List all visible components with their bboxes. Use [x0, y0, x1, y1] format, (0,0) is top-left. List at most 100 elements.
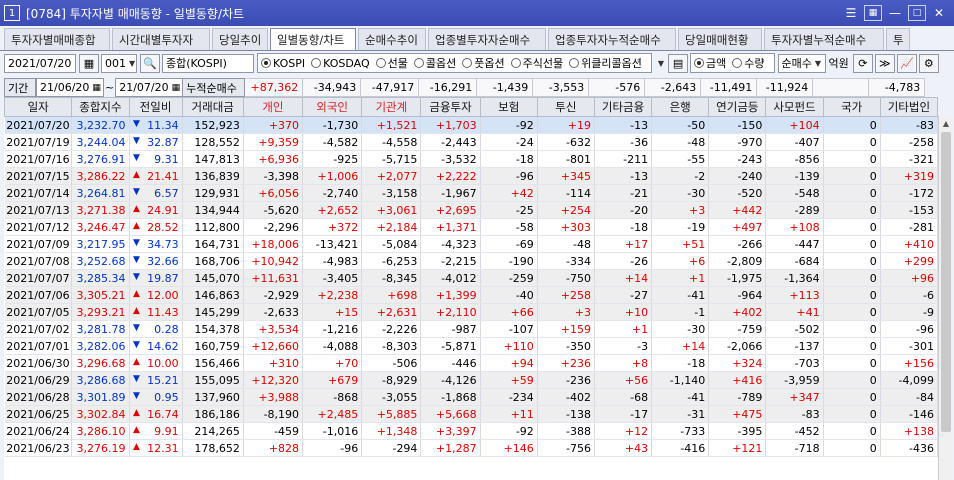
- chevron-down-icon[interactable]: ▼: [658, 59, 664, 68]
- column-header[interactable]: 국가: [822, 97, 881, 117]
- table-cell: +828: [243, 439, 304, 457]
- table-cell: -756: [537, 439, 595, 457]
- tab-7[interactable]: 당일매매현황: [678, 28, 762, 50]
- table-cell: +2,110: [420, 303, 481, 321]
- tab-0[interactable]: 투자자별매매종합: [4, 28, 110, 50]
- column-header[interactable]: 사모펀드: [765, 97, 824, 117]
- market-radio-2[interactable]: 선물: [375, 55, 408, 71]
- table-row[interactable]: 2021/07/12 3,246.47 ▲ 28.52 112,800 -2,296 +37…: [4, 218, 938, 236]
- mode-radio-0[interactable]: 금액: [694, 55, 726, 71]
- arrow-down-icon: ▼: [133, 339, 140, 350]
- table-cell: ▲ 16.74: [129, 405, 183, 423]
- table-row[interactable]: 2021/07/08 3,252.68 ▼ 32.66 168,706 +10,942 -4…: [4, 252, 938, 270]
- column-header[interactable]: 개인: [242, 97, 304, 117]
- date-field[interactable]: 2021/07/20: [4, 53, 76, 73]
- table-cell: -92: [480, 422, 538, 440]
- market-radio-5[interactable]: 주식선물: [510, 55, 563, 71]
- table-row[interactable]: 2021/07/15 3,286.22 ▲ 21.41 136,839 -3,398 +1,…: [4, 167, 938, 185]
- table-cell: +6,936: [243, 150, 304, 168]
- table-row[interactable]: 2021/07/14 3,264.81 ▼ 6.57 129,931 +6,056 -2,7…: [4, 184, 938, 202]
- next-icon[interactable]: ≫: [874, 53, 895, 73]
- table-cell: 0: [823, 133, 881, 151]
- column-header[interactable]: 외국인: [302, 97, 363, 117]
- calendar-icon[interactable]: ▦: [172, 83, 181, 93]
- menu-icon[interactable]: ☰: [842, 5, 860, 21]
- column-header[interactable]: 전일비: [128, 97, 183, 117]
- mode-radio-1[interactable]: 수량: [732, 55, 765, 71]
- close-icon[interactable]: ✕: [930, 5, 948, 21]
- column-header[interactable]: 투신: [536, 97, 595, 117]
- table-row[interactable]: 2021/07/16 3,276.91 ▼ 9.31 147,813 +6,936 -925…: [4, 150, 938, 168]
- table-cell: +146: [480, 439, 538, 457]
- maximize-icon[interactable]: □: [908, 5, 926, 21]
- chart-icon[interactable]: 📈: [896, 53, 917, 73]
- table-row[interactable]: 2021/06/29 3,286.68 ▼ 15.21 155,095 +12,320 +6…: [4, 371, 938, 389]
- tab-6[interactable]: 업종투자자누적순매수: [548, 28, 676, 50]
- table-row[interactable]: 2021/06/30 3,296.68 ▲ 10.00 156,466 +310 +70 -5…: [4, 354, 938, 372]
- scroll-up-icon[interactable]: ▲: [939, 116, 953, 130]
- tab-4[interactable]: 순매수추이: [358, 28, 426, 50]
- column-header[interactable]: 금융투자: [420, 97, 481, 117]
- table-row[interactable]: 2021/07/05 3,293.21 ▲ 11.43 145,299 -2,633 +15…: [4, 303, 938, 321]
- grid-icon[interactable]: ▤: [668, 53, 689, 73]
- table-cell: +410: [880, 235, 938, 253]
- column-header[interactable]: 종합지수: [71, 97, 130, 117]
- calendar-icon[interactable]: ▦: [79, 53, 99, 73]
- column-header[interactable]: 은행: [651, 97, 710, 117]
- table-cell: -8,303: [361, 337, 422, 355]
- net-select[interactable]: 순매수 ▼: [777, 53, 826, 73]
- market-radio-3[interactable]: 콜옵션: [413, 55, 456, 71]
- table-cell: 3,244.04: [71, 133, 130, 151]
- table-cell: +1,521: [361, 116, 422, 134]
- table-row[interactable]: 2021/06/24 3,286.10 ▲ 9.91 214,265 -459 -1,016…: [4, 422, 938, 440]
- column-header[interactable]: 기타법인: [879, 97, 938, 117]
- table-cell: -243: [708, 150, 767, 168]
- gear-icon[interactable]: ⚙: [918, 53, 939, 73]
- column-header[interactable]: 보험: [479, 97, 538, 117]
- arrow-down-icon: ▼: [133, 152, 140, 163]
- column-header[interactable]: 기관계: [361, 97, 422, 117]
- tab-2[interactable]: 당일추이: [212, 28, 268, 50]
- table-cell: +12: [594, 422, 653, 440]
- table-cell: -3,158: [361, 184, 422, 202]
- tab-9[interactable]: 투: [886, 28, 910, 50]
- period-to-field[interactable]: 21/07/20 ▦: [115, 78, 184, 97]
- table-row[interactable]: 2021/07/19 3,244.04 ▼ 32.87 128,552 +9,359 -4,…: [4, 133, 938, 151]
- tab-3[interactable]: 일별동향/차트: [270, 28, 356, 50]
- refresh-icon[interactable]: ⟳: [852, 53, 873, 73]
- calendar-icon[interactable]: ▦: [92, 83, 101, 93]
- table-row[interactable]: 2021/06/28 3,301.89 ▼ 0.95 137,960 +3,988 -868…: [4, 388, 938, 406]
- tab-8[interactable]: 투자자별누적순매수: [764, 28, 884, 50]
- scroll-thumb[interactable]: [941, 132, 951, 432]
- tab-5[interactable]: 업종별투자자순매수: [428, 28, 546, 50]
- table-row[interactable]: 2021/07/02 3,281.78 ▼ 0.28 154,378 +3,534 -1,2…: [4, 320, 938, 338]
- table-row[interactable]: 2021/07/09 3,217.95 ▼ 34.73 164,731 +18,006 -1…: [4, 235, 938, 253]
- table-row[interactable]: 2021/07/07 3,285.34 ▼ 19.87 145,070 +11,631 -3…: [4, 269, 938, 287]
- vertical-scrollbar[interactable]: ▲: [938, 116, 952, 480]
- period-from-field[interactable]: 21/06/20 ▦: [36, 78, 104, 97]
- table-row[interactable]: 2021/06/25 3,302.84 ▲ 16.74 186,186 -8,190 +2,…: [4, 405, 938, 423]
- column-header[interactable]: 연기금등: [708, 97, 767, 117]
- market-radio-4[interactable]: 풋옵션: [462, 55, 505, 71]
- table-cell: -137: [765, 337, 824, 355]
- code-select[interactable]: 001 ▼: [101, 53, 137, 73]
- column-header[interactable]: 기타금융: [593, 97, 653, 117]
- tab-1[interactable]: 시간대별투자자: [112, 28, 210, 50]
- pin-icon[interactable]: ▦: [864, 5, 882, 21]
- minimize-icon[interactable]: —: [886, 5, 904, 21]
- table-row[interactable]: 2021/07/20 3,232.70 ▼ 11.34 152,923 +370 -1,73…: [4, 116, 938, 134]
- search-icon[interactable]: 🔍: [140, 53, 160, 73]
- cumulative-sum-cell: -11,924: [757, 78, 814, 97]
- column-header[interactable]: 일자: [4, 97, 73, 117]
- table-row[interactable]: 2021/07/06 3,305.21 ▲ 12.00 146,863 -2,929 +2,…: [4, 286, 938, 304]
- market-radio-1[interactable]: KOSDAQ: [311, 57, 370, 70]
- market-radio-0[interactable]: KOSPI: [261, 57, 305, 70]
- table-cell: -759: [708, 320, 767, 338]
- column-header[interactable]: 거래대금: [181, 97, 244, 117]
- table-row[interactable]: 2021/06/23 3,276.19 ▲ 12.31 178,652 +828 -96 -2…: [4, 439, 938, 457]
- table-row[interactable]: 2021/07/13 3,271.38 ▲ 24.91 134,944 -5,620 +2,…: [4, 201, 938, 219]
- table-row[interactable]: 2021/07/01 3,282.06 ▼ 14.62 160,759 +12,660 -4…: [4, 337, 938, 355]
- cumulative-sum-cell: [813, 78, 870, 97]
- market-radio-6[interactable]: 위클리콜옵션: [569, 55, 642, 71]
- table-cell: 3,232.70: [71, 116, 130, 134]
